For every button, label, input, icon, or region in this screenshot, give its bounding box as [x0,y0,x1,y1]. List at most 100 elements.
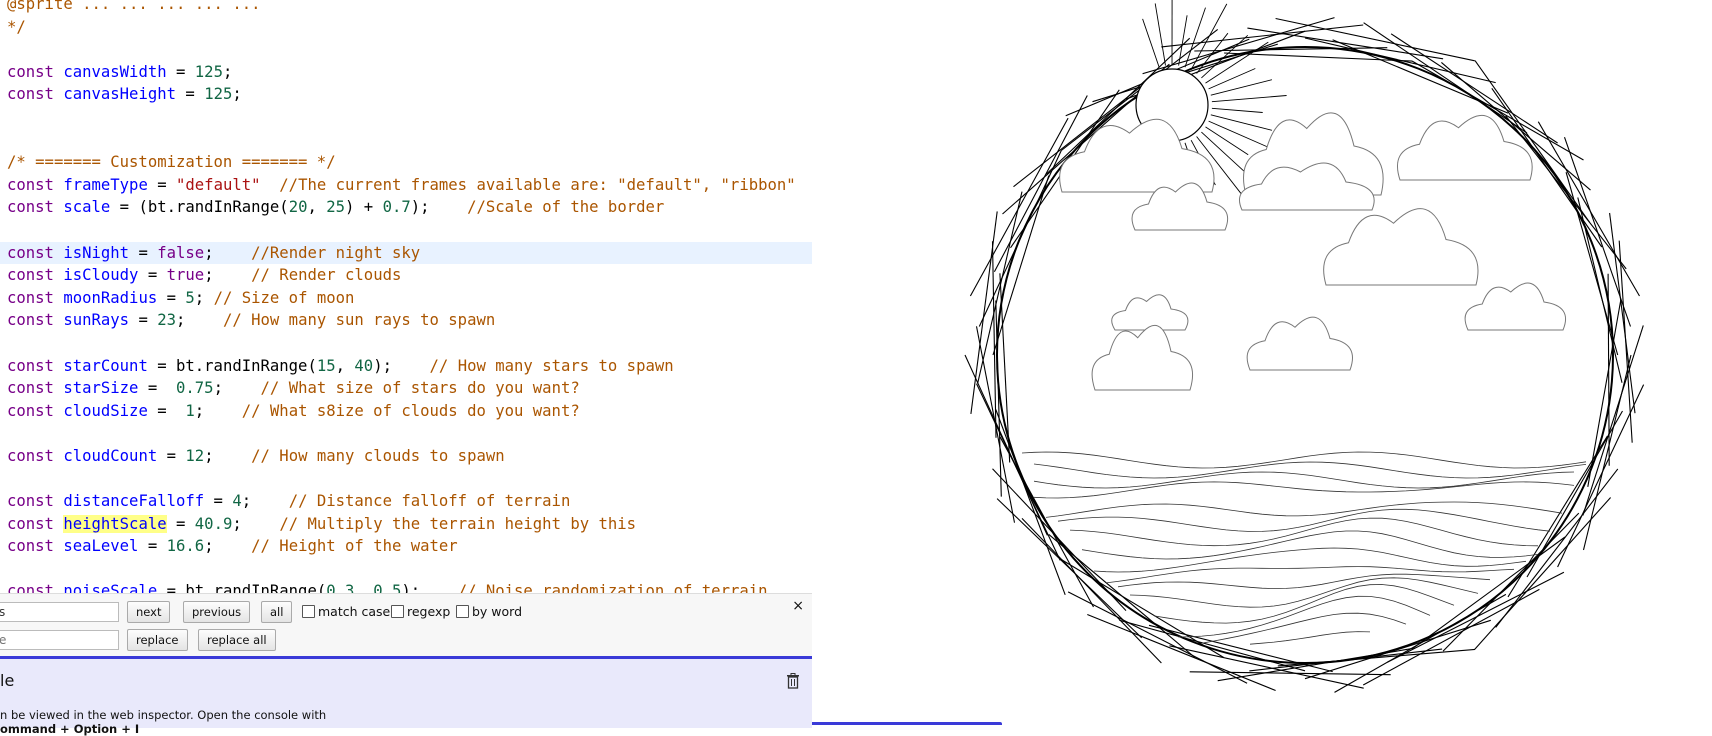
regexp-label: regexp [407,604,450,619]
by-word-box[interactable] [456,605,469,618]
code-token: ; [214,379,261,397]
frame-line [1578,198,1622,383]
frame-line [965,355,1047,535]
terrain-line [1178,596,1430,637]
code-line[interactable]: ​ [7,422,812,445]
cloud [1112,295,1188,330]
code-token: // Distance falloff of terrain [289,492,571,510]
trash-icon[interactable] [786,673,800,689]
code-token: noiseScale [63,582,157,593]
code-line[interactable]: const canvasWidth = 125; [7,61,812,84]
frame-line [1566,172,1618,355]
code-token: = [129,244,157,262]
code-line[interactable]: ​ [7,129,812,152]
code-token: ; [204,537,251,555]
sun-ray [1179,15,1188,65]
regexp-checkbox[interactable]: regexp [391,604,450,619]
code-token: 25 [326,198,345,216]
code-line[interactable]: const heightScale = 40.9; // Multiply th… [7,513,812,536]
cloud [1092,325,1192,390]
frame-line [1247,28,1443,59]
terrain-line [1082,531,1538,559]
code-token: 4 [232,492,241,510]
console-message: n be viewed in the web inspector. Open t… [0,708,326,722]
all-button[interactable]: all [261,601,292,623]
by-word-checkbox[interactable]: by word [456,604,522,619]
code-token: = [129,311,157,329]
code-line[interactable]: ​ [7,332,812,355]
replace-input[interactable] [0,630,119,650]
code-token: const [7,198,63,216]
code-token: scale [63,198,110,216]
code-token: cloudCount [63,447,157,465]
frame-line [1610,213,1635,413]
terrain-line [1046,502,1562,517]
code-token: = [157,447,185,465]
code-token: = [148,176,176,194]
code-line[interactable]: const sunRays = 23; // How many sun rays… [7,309,812,332]
search-panel: next previous all match case regexp by w… [0,593,812,657]
frame-line [1412,537,1565,649]
code-line[interactable]: const noiseScale = bt.randInRange(0.3, 0… [7,580,812,593]
sun-ray [1155,3,1165,65]
code-token: starCount [63,357,148,375]
code-token: ); [411,198,467,216]
code-line[interactable]: const distanceFalloff = 4; // Distance f… [7,490,812,513]
next-button[interactable]: next [127,601,170,623]
close-icon[interactable]: × [792,598,804,614]
code-token: 0.3 [326,582,354,593]
code-line[interactable]: */ [7,16,812,39]
code-line[interactable]: ​ [7,467,812,490]
code-line[interactable]: ​ [7,219,812,242]
code-token: ; [204,244,251,262]
code-line[interactable]: const cloudCount = 12; // How many cloud… [7,445,812,468]
code-token: // Height of the water [251,537,458,555]
match-case-box[interactable] [302,605,315,618]
code-line[interactable]: @sprite ... ... ... ... ... [7,0,812,16]
code-line[interactable]: ​ [7,558,812,581]
replace-all-button[interactable]: replace all [198,629,276,651]
terrain-line [1058,509,1550,531]
preview-canvas[interactable] [812,0,1712,725]
sun-ray [1206,127,1249,155]
code-line[interactable]: const moonRadius = 5; // Size of moon [7,287,812,310]
code-line[interactable]: const cloudSize = 1; // What s8ize of cl… [7,400,812,423]
code-token: 40.9 [195,515,233,533]
code-lines[interactable]: @sprite ... ... ... ... ...*/​const canv… [7,0,812,593]
frame-line [979,151,1061,327]
code-token: , [354,582,373,593]
terrain-line [1250,632,1370,645]
code-token: = [167,63,195,81]
code-token: = [138,537,166,555]
previous-button[interactable]: previous [183,601,250,623]
search-input[interactable] [0,602,119,622]
code-token: // How many stars to spawn [430,357,674,375]
replace-button[interactable]: replace [127,629,188,651]
regexp-box[interactable] [391,605,404,618]
code-token: ; [195,289,214,307]
code-token: = [176,85,204,103]
code-line[interactable]: const frameType = "default" //The curren… [7,174,812,197]
code-editor[interactable]: @sprite ... ... ... ... ...*/​const canv… [0,0,813,593]
frame-line [1305,620,1491,678]
code-token: 40 [354,357,373,375]
code-line[interactable]: const canvasHeight = 125; [7,83,812,106]
cloud [1397,115,1532,180]
code-line[interactable]: const starCount = bt.randInRange(15, 40)… [7,355,812,378]
code-line[interactable]: ​ [7,38,812,61]
code-line[interactable]: const starSize = 0.75; // What size of s… [7,377,812,400]
frame-line [1278,649,1475,666]
match-case-checkbox[interactable]: match case [302,604,390,619]
code-line[interactable]: const seaLevel = 16.6; // Height of the … [7,535,812,558]
code-token: = [138,379,176,397]
code-line[interactable]: const isNight = false; //Render night sk… [0,242,812,265]
code-token: isNight [63,244,129,262]
frame-line [1584,355,1632,550]
code-token: const [7,515,63,533]
code-line[interactable]: const scale = (bt.randInRange(20, 25) + … [7,196,812,219]
code-line[interactable]: /* ======= Customization ======= */ [7,151,812,174]
code-line[interactable]: ​ [7,106,812,129]
code-token: sunRays [63,311,129,329]
code-line[interactable]: const isCloudy = true; // Render clouds [7,264,812,287]
sun-ray [1211,80,1272,96]
